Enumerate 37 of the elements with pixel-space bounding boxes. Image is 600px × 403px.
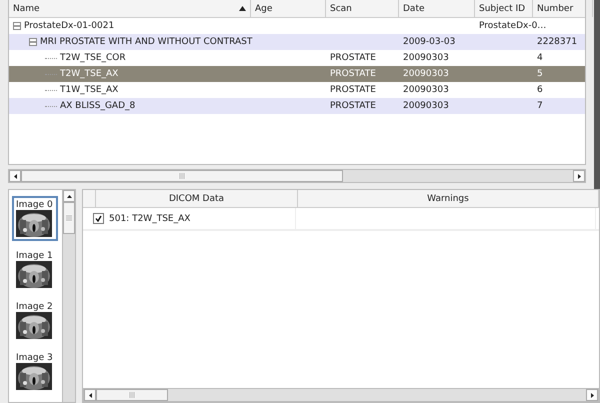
column-header[interactable]: Date xyxy=(399,0,475,17)
table-cell: PROSTATE xyxy=(330,101,376,111)
row-label: T2W_TSE_COR xyxy=(60,53,126,63)
row-label: AX BLISS_GAD_8 xyxy=(60,101,136,111)
table-cell: 4 xyxy=(537,53,543,63)
image-thumbnail[interactable]: Image 0 xyxy=(12,196,58,241)
table-cell: 20090303 xyxy=(403,53,449,63)
image-thumbnail[interactable]: Image 3 xyxy=(12,349,58,394)
table-cell: PROSTATE xyxy=(330,85,376,95)
table-cell: 2009-03-03 xyxy=(403,37,456,47)
table-cell: PROSTATE xyxy=(330,69,376,79)
row-label: T2W_TSE_AX xyxy=(60,69,118,79)
column-header[interactable]: Scan xyxy=(326,0,399,17)
row-label: T1W_TSE_AX xyxy=(60,85,118,95)
table-cell: 5 xyxy=(537,69,543,79)
column-header[interactable]: Number xyxy=(533,0,593,17)
column-header[interactable]: Name xyxy=(9,0,251,17)
table-cell: 20090303 xyxy=(403,69,449,79)
image-thumbnail[interactable]: Image 2 xyxy=(12,298,58,343)
row-label: MRI PROSTATE WITH AND WITHOUT CONTRAST xyxy=(40,37,252,47)
table-cell: 7 xyxy=(537,101,543,111)
row-label: 501: T2W_TSE_AX xyxy=(109,214,190,224)
table-cell: 20090303 xyxy=(403,85,449,95)
table-cell: 6 xyxy=(537,85,543,95)
column-header[interactable]: Age xyxy=(251,0,326,17)
tree-row[interactable]: AX BLISS_GAD_8 PROSTATE 20090303 7 xyxy=(9,98,585,114)
table-cell: ProstateDx-0… xyxy=(479,21,546,31)
column-header[interactable]: DICOM Data xyxy=(95,190,298,207)
tree-row[interactable]: T2W_TSE_AX PROSTATE 20090303 5 xyxy=(9,66,585,82)
column-header[interactable]: Subject ID xyxy=(475,0,533,17)
tree-row[interactable]: MRI PROSTATE WITH AND WITHOUT CONTRAST 2009-03-03 2228371 xyxy=(9,34,585,50)
image-thumbnail[interactable]: Image 1 xyxy=(12,247,58,292)
table-cell: 20090303 xyxy=(403,101,449,111)
table-cell: 2228371 xyxy=(537,37,578,47)
column-header[interactable]: Warnings xyxy=(298,190,599,207)
table-cell: PROSTATE xyxy=(330,53,376,63)
row-label: ProstateDx-01-0021 xyxy=(24,21,114,31)
